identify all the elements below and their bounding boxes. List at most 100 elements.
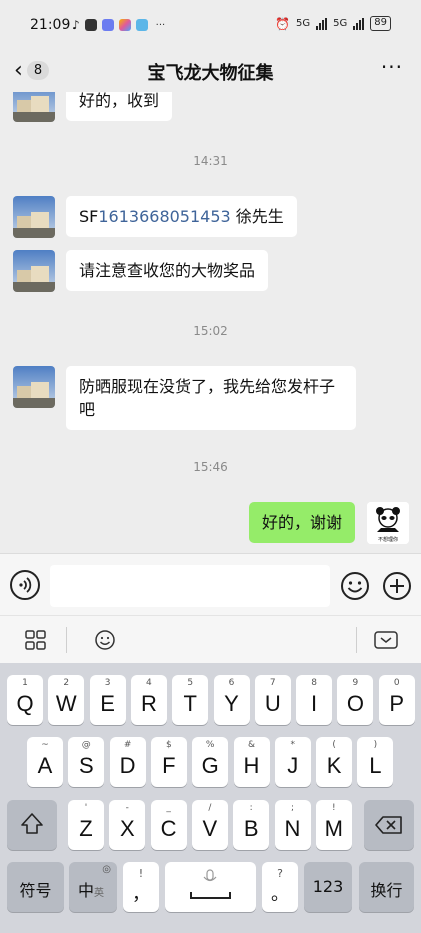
key-secondary-label: 1 xyxy=(22,678,28,688)
key-r[interactable]: 4R xyxy=(130,675,167,725)
battery-indicator: 89 xyxy=(370,16,391,31)
message-text: SF xyxy=(79,207,99,226)
key-primary-label: P xyxy=(389,691,405,716)
avatar[interactable] xyxy=(13,250,55,292)
key-primary-label: O xyxy=(346,691,364,716)
message-input-bar xyxy=(0,553,421,615)
keyboard-emoji-button[interactable] xyxy=(93,628,117,652)
key-primary-label: S xyxy=(78,753,94,778)
key-v[interactable]: / V xyxy=(191,800,228,850)
key-backspace[interactable] xyxy=(364,800,414,850)
globe-icon: ◎ xyxy=(102,864,111,875)
key-language-switch[interactable]: ◎ 中英 xyxy=(69,862,117,912)
key-secondary-label: ( xyxy=(332,740,336,750)
key-primary-label: I xyxy=(311,691,318,716)
key-secondary-label: 6 xyxy=(228,678,235,688)
key-secondary-label: @ xyxy=(81,740,91,750)
key-e[interactable]: 3E xyxy=(89,675,126,725)
key-secondary-label: 8 xyxy=(311,678,317,688)
gallery-icon xyxy=(135,19,148,31)
key-primary-label: V xyxy=(202,816,218,841)
hide-keyboard-button[interactable] xyxy=(374,628,398,652)
key-numbers[interactable]: 123 xyxy=(304,862,352,912)
message-bubble[interactable]: SF1613668051453 徐先生 xyxy=(66,196,297,237)
avatar[interactable]: 不想理你 xyxy=(367,502,409,544)
key-u[interactable]: 7U xyxy=(254,675,291,725)
key-s[interactable]: @ S xyxy=(68,737,105,787)
message-list[interactable]: 好的，收到 14:31 SF1613668051453 徐先生 请注意查收您的大… xyxy=(0,92,421,553)
emoji-button[interactable] xyxy=(340,571,370,601)
key-secondary-label: ! xyxy=(331,803,336,813)
key-secondary-label: $ xyxy=(166,740,172,750)
key-m[interactable]: ! M xyxy=(315,800,352,850)
key-q[interactable]: 1Q xyxy=(7,675,43,725)
toolbar-divider xyxy=(356,627,357,653)
key-primary-label: R xyxy=(140,691,157,716)
key-h[interactable]: & H xyxy=(233,737,270,787)
plus-circle-icon xyxy=(383,572,411,600)
photos-icon xyxy=(118,19,131,31)
more-actions-button[interactable] xyxy=(382,571,412,601)
key-o[interactable]: 9O xyxy=(337,675,374,725)
key-primary-label: H xyxy=(243,753,260,778)
key-symbols[interactable]: 符号 xyxy=(7,862,64,912)
key-enter[interactable]: 换行 xyxy=(359,862,414,912)
message-bubble[interactable]: 好的，谢谢 xyxy=(248,502,355,543)
key-n[interactable]: ; N xyxy=(274,800,311,850)
avatar[interactable] xyxy=(13,92,55,122)
key-primary-label: K xyxy=(326,753,342,778)
key-a[interactable]: ~ A xyxy=(27,737,63,787)
key-p[interactable]: 0P xyxy=(378,675,415,725)
key-c[interactable]: _ C xyxy=(150,800,187,850)
key-comma[interactable]: ! ， xyxy=(123,862,159,912)
network-label-1: 5G xyxy=(296,18,311,29)
key-b[interactable]: :B xyxy=(233,800,270,850)
message-bubble[interactable]: 好的，收到 xyxy=(66,92,173,121)
key-space[interactable] xyxy=(165,862,256,912)
key-primary-label: X xyxy=(119,816,135,841)
key-l[interactable]: ) L xyxy=(357,737,394,787)
toolbar-divider xyxy=(66,627,67,653)
tracking-number-link[interactable]: 1613668051453 xyxy=(98,207,230,226)
key-j[interactable]: * J xyxy=(274,737,311,787)
key-d[interactable]: # D xyxy=(109,737,146,787)
key-secondary-label: - xyxy=(125,803,129,813)
message-bubble[interactable]: 请注意查收您的大物奖品 xyxy=(66,250,269,291)
key-k[interactable]: (K xyxy=(316,737,353,787)
signal-icon xyxy=(316,17,328,30)
key-f[interactable]: $ F xyxy=(150,737,187,787)
key-t[interactable]: 5T xyxy=(172,675,209,725)
smiley-icon xyxy=(341,572,369,600)
key-x[interactable]: -X xyxy=(109,800,146,850)
key-y[interactable]: 6Y xyxy=(213,675,250,725)
status-app-icons: ♪ ··· xyxy=(72,18,165,32)
timestamp-separator: 14:31 xyxy=(193,154,228,168)
key-secondary-label: 2 xyxy=(63,678,70,688)
key-period[interactable]: ? 。 xyxy=(262,862,298,912)
backspace-icon xyxy=(375,816,402,834)
key-primary-label: L xyxy=(369,753,382,778)
key-shift[interactable] xyxy=(7,800,57,850)
message-input[interactable] xyxy=(50,565,330,607)
key-secondary-label: 0 xyxy=(393,678,400,688)
voice-input-button[interactable] xyxy=(10,570,40,600)
keyboard: 符号 ◎ 中英 ! ， ? 。 123 换行 1Q2W3E4R5T 6 Y 7 U… xyxy=(0,663,421,933)
grid-icon xyxy=(25,630,46,650)
key-secondary-label: ' xyxy=(84,803,88,813)
key-secondary-label: ) xyxy=(373,740,378,750)
key-w[interactable]: 2W xyxy=(48,675,85,725)
voice-icon xyxy=(19,577,32,593)
alarm-icon: ⏰ xyxy=(275,16,291,31)
keyboard-collapse-icon xyxy=(374,631,398,649)
key-g[interactable]: % G xyxy=(192,737,229,787)
keyboard-menu-button[interactable] xyxy=(24,628,48,652)
avatar[interactable] xyxy=(13,366,55,408)
key-z[interactable]: ' Z xyxy=(68,800,104,850)
status-time: 21:09 xyxy=(30,17,71,33)
more-options-button[interactable]: ··· xyxy=(381,55,403,79)
message-bubble[interactable]: 防晒服现在没货了，我先给您发杆子吧 xyxy=(66,366,356,430)
key-i[interactable]: 8I xyxy=(296,675,333,725)
key-secondary-label: / xyxy=(208,803,212,813)
lang-chinese-label: 中 xyxy=(78,881,95,900)
avatar[interactable] xyxy=(13,196,55,238)
